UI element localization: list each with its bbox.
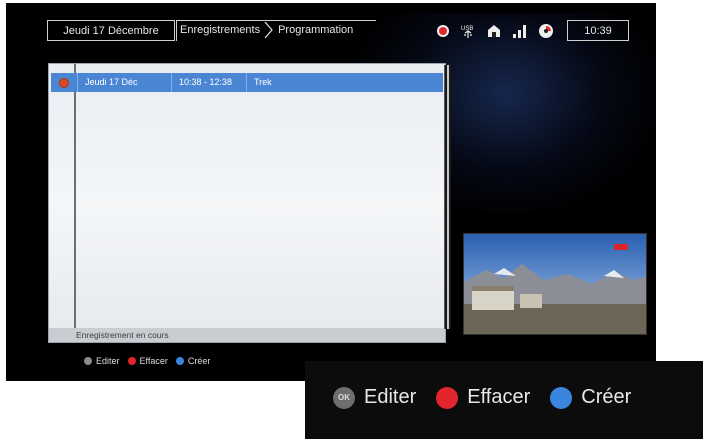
live-preview [463, 233, 647, 335]
breadcrumb: Enregistrements Programmation [180, 20, 353, 41]
date-display: Jeudi 17 Décembre [47, 20, 175, 41]
legend-zoom-inset: OK Editer Effacer Créer [305, 361, 703, 439]
create-key-zoomed[interactable]: Créer [550, 386, 631, 409]
recording-dot-icon [59, 77, 69, 88]
create-label: Créer [187, 356, 211, 366]
status-icons: USB [436, 21, 554, 41]
scroll-thumb[interactable] [447, 65, 449, 329]
delete-label-zoomed: Effacer [467, 386, 531, 408]
create-key[interactable]: Créer [175, 356, 211, 366]
create-label-zoomed: Créer [581, 386, 632, 408]
recording-status: Enregistrement en cours [49, 328, 445, 342]
breadcrumb-item-programming: Programmation [278, 24, 354, 36]
key-legend-zoomed: OK Editer Effacer Créer [333, 386, 631, 409]
key-legend: Editer Effacer Créer [84, 356, 210, 366]
row-time: 10:38 - 12:38 [171, 73, 246, 92]
tv-screen: Jeudi 17 Décembre Enregistrements Progra… [6, 3, 656, 381]
red-button-icon [127, 357, 136, 365]
panel-divider [74, 64, 76, 342]
delete-key-zoomed[interactable]: Effacer [436, 386, 530, 409]
clock: 10:39 [567, 20, 629, 41]
ok-button-icon [84, 357, 92, 365]
edit-key-zoomed[interactable]: OK Editer [333, 386, 416, 409]
usb-icon: USB [460, 23, 476, 39]
table-row[interactable]: Jeudi 17 Déc 10:38 - 12:38 Trek [51, 73, 443, 92]
network-icon [486, 24, 502, 38]
breadcrumb-item-recordings[interactable]: Enregistrements [180, 20, 260, 41]
signal-icon [512, 24, 528, 38]
scrollbar[interactable] [444, 65, 451, 329]
edit-key[interactable]: Editer [84, 356, 120, 366]
row-title: Trek [246, 73, 443, 92]
edit-label-zoomed: Editer [364, 386, 417, 408]
delete-label: Effacer [139, 356, 168, 366]
wifi-icon [538, 23, 554, 39]
blue-button-icon [550, 386, 573, 409]
red-button-icon [436, 386, 459, 409]
record-icon [436, 24, 450, 38]
edit-label: Editer [96, 356, 120, 366]
blue-button-icon [175, 357, 184, 365]
ok-button-icon: OK [333, 386, 355, 409]
delete-key[interactable]: Effacer [127, 356, 168, 366]
chevron-right-icon [264, 20, 274, 41]
recordings-panel: Jeudi 17 Déc 10:38 - 12:38 Trek Enregist… [48, 63, 446, 343]
row-date: Jeudi 17 Déc [77, 73, 171, 92]
